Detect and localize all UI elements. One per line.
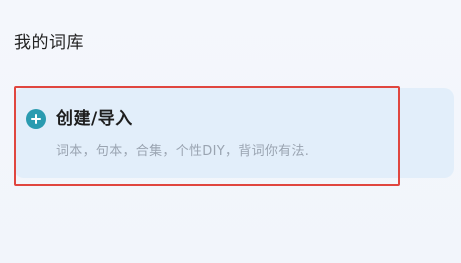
create-import-header[interactable]: 创建/导入 — [26, 107, 133, 131]
plus-circle-icon — [26, 109, 46, 129]
section-title: 我的词库 — [14, 33, 84, 53]
create-import-description: 词本，句本，合集，个性DIY，背词你有法. — [56, 144, 310, 159]
create-import-title: 创建/导入 — [56, 109, 133, 129]
page: 我的词库 创建/导入 词本，句本，合集，个性DIY，背词你有法. — [0, 0, 461, 263]
create-import-card[interactable] — [14, 88, 454, 178]
